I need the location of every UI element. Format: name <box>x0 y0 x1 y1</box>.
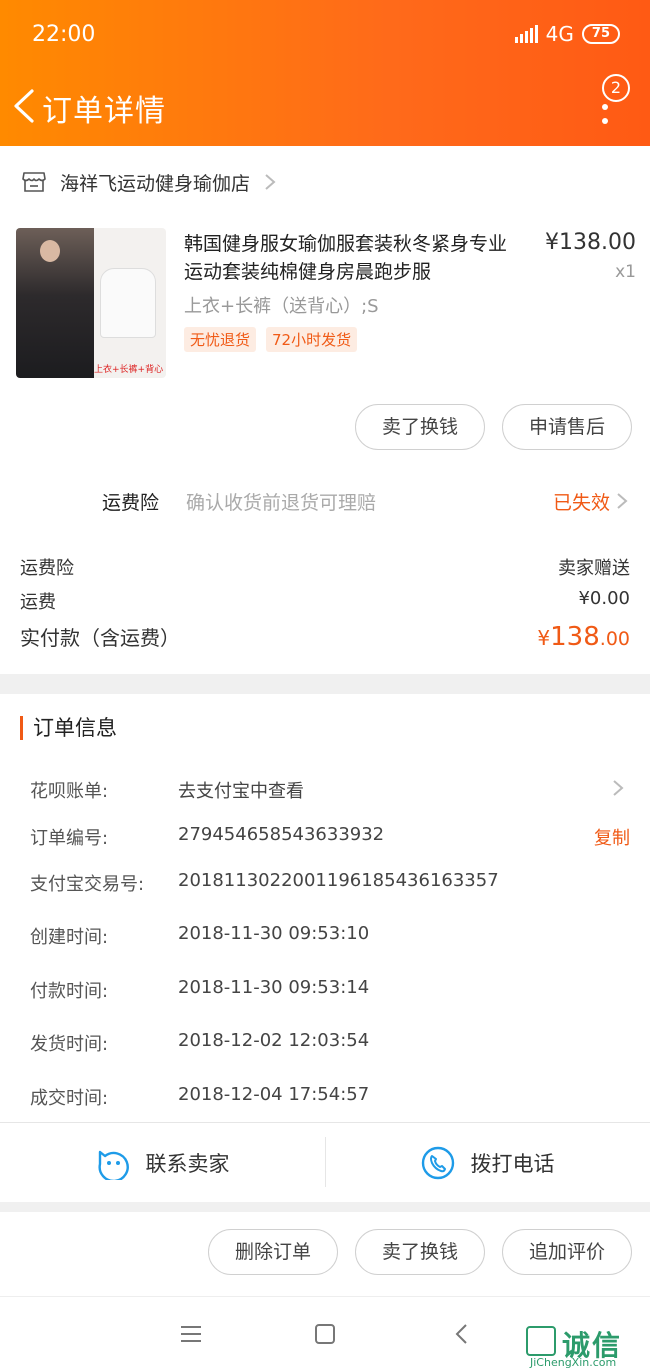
status-time: 22:00 <box>32 22 96 47</box>
service-tags: 无忧退货 72小时发货 <box>184 327 358 352</box>
tag-free-return: 无忧退货 <box>184 327 257 352</box>
add-review-button[interactable]: 追加评价 <box>502 1229 632 1275</box>
shipping-insurance-row[interactable]: 运费险 确认收货前退货可理赔 已失效 <box>0 478 650 524</box>
contact-seller-button[interactable]: 联系卖家 <box>0 1123 325 1203</box>
order-info-title: 订单信息 <box>20 716 117 740</box>
network-type: 4G <box>545 22 574 46</box>
info-label: 支付宝交易号: <box>30 874 145 895</box>
store-icon <box>22 172 46 192</box>
home-icon[interactable] <box>310 1321 340 1347</box>
total-label: 实付款（含运费） <box>20 626 180 650</box>
after-sale-button[interactable]: 申请售后 <box>502 404 632 450</box>
info-value: 2018-12-02 12:03:54 <box>178 1030 370 1051</box>
currency-symbol: ¥ <box>537 626 551 650</box>
product-price: ¥138.00 <box>545 230 636 255</box>
total-integer: 138 <box>550 622 600 652</box>
signal-icon <box>514 25 538 43</box>
info-value: 2018113022001196185436163357 <box>178 870 499 891</box>
page-title: 订单详情 <box>42 94 166 129</box>
product-image[interactable]: 上衣+长裤+背心 <box>16 228 166 378</box>
chevron-right-icon <box>617 493 628 509</box>
shipped-time-row: 发货时间: 2018-12-02 12:03:54 <box>30 1030 630 1060</box>
paid-time-row: 付款时间: 2018-11-30 09:53:14 <box>30 977 630 1007</box>
more-dots-icon <box>602 104 608 124</box>
completed-time-row: 成交时间: 2018-12-04 17:54:57 <box>30 1084 630 1114</box>
more-menu-button[interactable]: 2 <box>594 74 630 126</box>
info-value: 2018-12-04 17:54:57 <box>178 1084 370 1105</box>
contact-seller-label: 联系卖家 <box>145 1152 230 1176</box>
watermark-url: JiChengXin.com <box>530 1356 617 1369</box>
product-quantity: x1 <box>615 262 636 282</box>
product-tanktop-photo <box>100 268 156 338</box>
product-item: 上衣+长裤+背心 韩国健身服女瑜伽服套装秋冬紧身专业运动套装纯棉健身房晨跑步服 … <box>16 226 636 381</box>
status-indicators: 4G 75 <box>514 22 620 46</box>
header-bar: 22:00 4G 75 订单详情 2 <box>0 0 650 146</box>
section-divider <box>0 1202 650 1212</box>
battery-indicator: 75 <box>581 24 620 44</box>
product-image-caption: 上衣+长裤+背心 <box>94 365 164 375</box>
chevron-right-icon <box>265 174 276 190</box>
product-model-photo <box>16 228 94 378</box>
insurance-desc: 确认收货前退货可理赔 <box>186 492 377 514</box>
sell-button[interactable]: 卖了换钱 <box>355 404 485 450</box>
info-label: 成交时间: <box>30 1088 109 1109</box>
info-label: 花呗账单: <box>30 781 109 802</box>
huabei-row[interactable]: 花呗账单: 去支付宝中查看 <box>30 777 630 807</box>
info-label: 发货时间: <box>30 1034 109 1055</box>
fee-label: 运费险 <box>20 558 74 579</box>
insurance-label: 运费险 <box>102 492 160 514</box>
back-arrow-icon[interactable] <box>10 88 40 124</box>
total-decimal: .00 <box>599 628 630 650</box>
notification-badge: 2 <box>602 74 630 102</box>
info-value: 2018-11-30 09:53:14 <box>178 977 370 998</box>
delete-order-button[interactable]: 删除订单 <box>208 1229 338 1275</box>
alipay-number-row: 支付宝交易号: 2018113022001196185436163357 <box>30 870 630 900</box>
contact-separator <box>325 1137 326 1187</box>
call-label: 拨打电话 <box>470 1152 555 1176</box>
sell-button-bottom[interactable]: 卖了换钱 <box>355 1229 485 1275</box>
info-value: 去支付宝中查看 <box>178 781 304 802</box>
shop-link[interactable]: 海祥飞运动健身瑜伽店 <box>0 160 650 204</box>
fee-row-insurance: 运费险 卖家赠送 <box>20 554 630 580</box>
call-button[interactable]: 拨打电话 <box>325 1123 650 1203</box>
info-label: 创建时间: <box>30 927 109 948</box>
watermark-logo <box>526 1326 556 1356</box>
copy-button[interactable]: 复制 <box>594 824 630 850</box>
order-number: 279454658543633932 <box>178 824 385 845</box>
info-value: 2018-11-30 09:53:10 <box>178 923 370 944</box>
product-title[interactable]: 韩国健身服女瑜伽服套装秋冬紧身专业运动套装纯棉健身房晨跑步服 <box>184 230 524 286</box>
total-row: 实付款（含运费） ¥138.00 <box>20 622 630 652</box>
fee-value: 卖家赠送 <box>558 558 630 579</box>
contact-bar: 联系卖家 拨打电话 <box>0 1122 650 1202</box>
info-label: 付款时间: <box>30 981 109 1002</box>
section-divider <box>0 674 650 694</box>
created-time-row: 创建时间: 2018-11-30 09:53:10 <box>30 923 630 953</box>
insurance-status: 已失效 <box>552 492 610 514</box>
fee-row-shipping: 运费 ¥0.00 <box>20 588 630 614</box>
chevron-right-icon <box>613 780 624 796</box>
order-number-row: 订单编号: 279454658543633932 复制 <box>30 824 630 854</box>
shop-name: 海祥飞运动健身瑜伽店 <box>60 172 251 195</box>
total-amount: ¥138.00 <box>537 622 630 652</box>
fee-label: 运费 <box>20 592 56 613</box>
phone-icon <box>421 1146 454 1180</box>
tag-72h-shipping: 72小时发货 <box>266 327 358 352</box>
fee-value: ¥0.00 <box>578 588 630 609</box>
menu-icon[interactable] <box>176 1321 206 1347</box>
back-icon[interactable] <box>447 1321 477 1347</box>
info-label: 订单编号: <box>30 828 109 849</box>
watermark: 诚信 JiChengXin.com <box>526 1320 646 1370</box>
chat-face-icon <box>97 1150 129 1180</box>
product-spec: 上衣+长裤（送背心）;S <box>184 296 379 317</box>
